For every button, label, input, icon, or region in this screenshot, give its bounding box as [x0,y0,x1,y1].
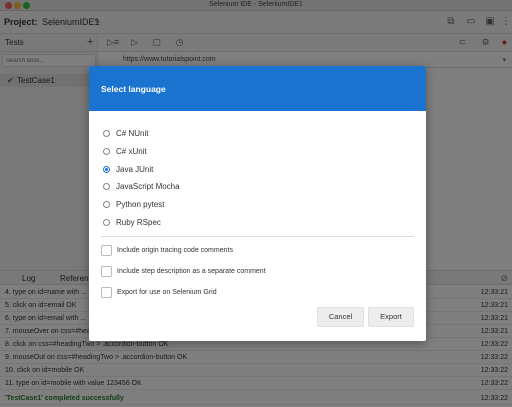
option-label: Include origin tracing code comments [117,247,233,254]
radio-button[interactable] [103,183,110,190]
checkbox[interactable] [101,287,112,298]
checkbox[interactable] [101,266,112,277]
select-language-dialog: Select language C# NUnit C# xUnit Java J… [89,66,426,341]
option-label: Include step description as a separate c… [117,268,266,275]
language-label: Ruby RSpec [116,218,161,227]
language-label: C# xUnit [116,147,147,156]
language-label: JavaScript Mocha [116,182,180,191]
radio-button[interactable] [103,148,110,155]
dialog-header: Select language [89,66,426,111]
language-label: Python pytest [116,200,165,209]
radio-button[interactable] [103,219,110,226]
language-label: Java JUnit [116,165,154,174]
radio-button[interactable] [103,130,110,137]
option-label: Export for use on Selenium Grid [117,289,217,296]
language-label: C# NUnit [116,129,149,138]
divider [101,236,414,237]
radio-button[interactable] [103,201,110,208]
checkbox[interactable] [101,245,112,256]
dialog-title: Select language [101,84,166,94]
radio-button-selected[interactable] [103,166,110,173]
cancel-button[interactable]: Cancel [317,307,364,327]
export-button[interactable]: Export [368,307,414,327]
